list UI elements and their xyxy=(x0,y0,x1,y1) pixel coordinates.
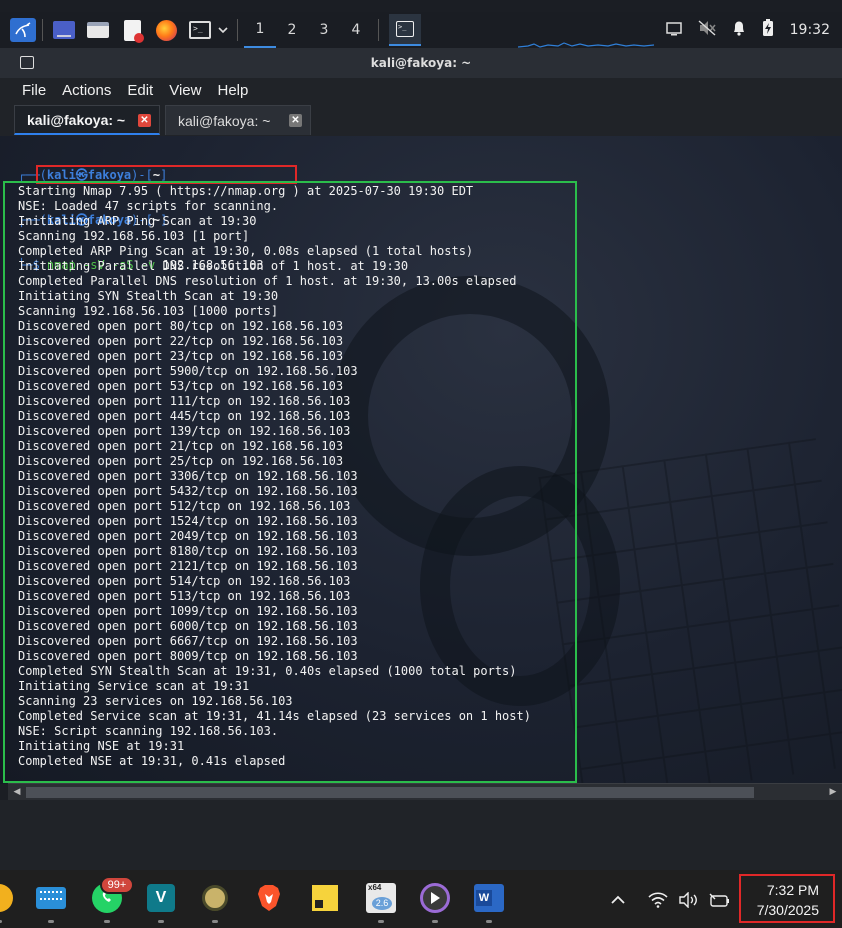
panel-clock[interactable]: 19:32 xyxy=(790,22,830,38)
terminal-titlebar: kali@fakoya: ~ xyxy=(0,48,842,78)
speaker-volume-icon[interactable] xyxy=(678,885,700,915)
volume-muted-icon[interactable] xyxy=(698,20,716,40)
workspace-1[interactable]: 1 xyxy=(244,12,276,48)
tab-terminal-2[interactable]: kali@fakoya: ~ ✕ xyxy=(165,105,311,135)
partial-app-icon[interactable] xyxy=(0,881,16,923)
workspace-4[interactable]: 4 xyxy=(340,12,372,48)
terminal-task-button[interactable]: >_ xyxy=(389,14,421,46)
close-tab-icon[interactable]: ✕ xyxy=(289,114,302,127)
firefox-icon[interactable] xyxy=(153,18,179,42)
vbox-x64-label: x64 xyxy=(368,883,382,892)
horizontal-scrollbar[interactable]: ◀ ▶ xyxy=(8,783,842,800)
screen: >_ 1 2 3 4 >_ 19:32 kali@fakoya: ~ File … xyxy=(0,0,842,928)
chevron-down-icon[interactable] xyxy=(215,18,231,42)
workspace-3[interactable]: 3 xyxy=(308,12,340,48)
wireshark-icon[interactable] xyxy=(198,881,232,923)
file-manager-icon[interactable] xyxy=(85,18,111,42)
media-player-icon[interactable] xyxy=(418,881,452,923)
text-editor-icon[interactable] xyxy=(119,18,145,43)
wifi-icon[interactable] xyxy=(648,885,668,915)
clock-time: 7:32 PM xyxy=(766,882,819,898)
battery-plugged-icon[interactable] xyxy=(708,885,730,915)
tab-label: kali@fakoya: ~ xyxy=(178,112,271,129)
workspace-2[interactable]: 2 xyxy=(276,12,308,48)
window-title: kali@fakoya: ~ xyxy=(370,56,472,70)
cpu-graph xyxy=(518,42,654,48)
tab-terminal-1[interactable]: kali@fakoya: ~ ✕ xyxy=(14,105,160,135)
windows-clock[interactable]: 7:32 PM 7/30/2025 xyxy=(739,874,835,923)
kali-top-panel: >_ 1 2 3 4 >_ 19:32 xyxy=(0,12,842,48)
menu-view[interactable]: View xyxy=(169,82,201,99)
sticky-notes-icon[interactable] xyxy=(308,881,342,915)
display-icon[interactable] xyxy=(665,21,682,40)
wallpaper-keyboard xyxy=(538,438,842,784)
vbox-version-label: 2.6 xyxy=(372,897,392,910)
tab-bar: kali@fakoya: ~ ✕ kali@fakoya: ~ ✕ xyxy=(0,102,842,136)
word-icon[interactable]: W xyxy=(472,881,506,923)
brave-icon[interactable] xyxy=(252,881,286,915)
battery-charging-icon[interactable] xyxy=(762,19,774,41)
output-highlight-box xyxy=(3,181,577,783)
scroll-right-icon[interactable]: ▶ xyxy=(826,785,840,799)
vscode-like-icon[interactable]: V xyxy=(144,881,178,923)
terminal-output-area[interactable]: ┌──(kali㉿fakoya)-[~] ┌──(kali㉿fakoya)-[~… xyxy=(0,136,842,784)
keyboard-app-icon[interactable] xyxy=(34,881,68,923)
tab-label: kali@fakoya: ~ xyxy=(27,111,126,128)
whatsapp-unread-badge: 99+ xyxy=(100,876,134,894)
window-bottom-area xyxy=(0,800,842,870)
terminal-launcher-icon[interactable]: >_ xyxy=(187,18,213,42)
menu-edit[interactable]: Edit xyxy=(127,82,153,99)
clock-date: 7/30/2025 xyxy=(756,902,819,918)
menu-help[interactable]: Help xyxy=(217,82,248,99)
close-tab-icon[interactable]: ✕ xyxy=(138,114,151,127)
menu-actions[interactable]: Actions xyxy=(62,82,111,99)
scrollbar-thumb[interactable] xyxy=(26,787,754,798)
notification-bell-icon[interactable] xyxy=(732,20,746,40)
terminal-icon: >_ xyxy=(396,21,414,37)
kali-menu-icon[interactable] xyxy=(10,18,36,42)
show-hidden-icons-chevron-icon[interactable] xyxy=(610,885,626,915)
menu-file[interactable]: File xyxy=(22,82,46,99)
virtualbox-icon[interactable]: x64 2.6 xyxy=(364,881,398,923)
menu-bar: File Actions Edit View Help xyxy=(0,78,842,102)
show-desktop-icon[interactable] xyxy=(51,18,77,42)
scroll-left-icon[interactable]: ◀ xyxy=(10,785,24,799)
